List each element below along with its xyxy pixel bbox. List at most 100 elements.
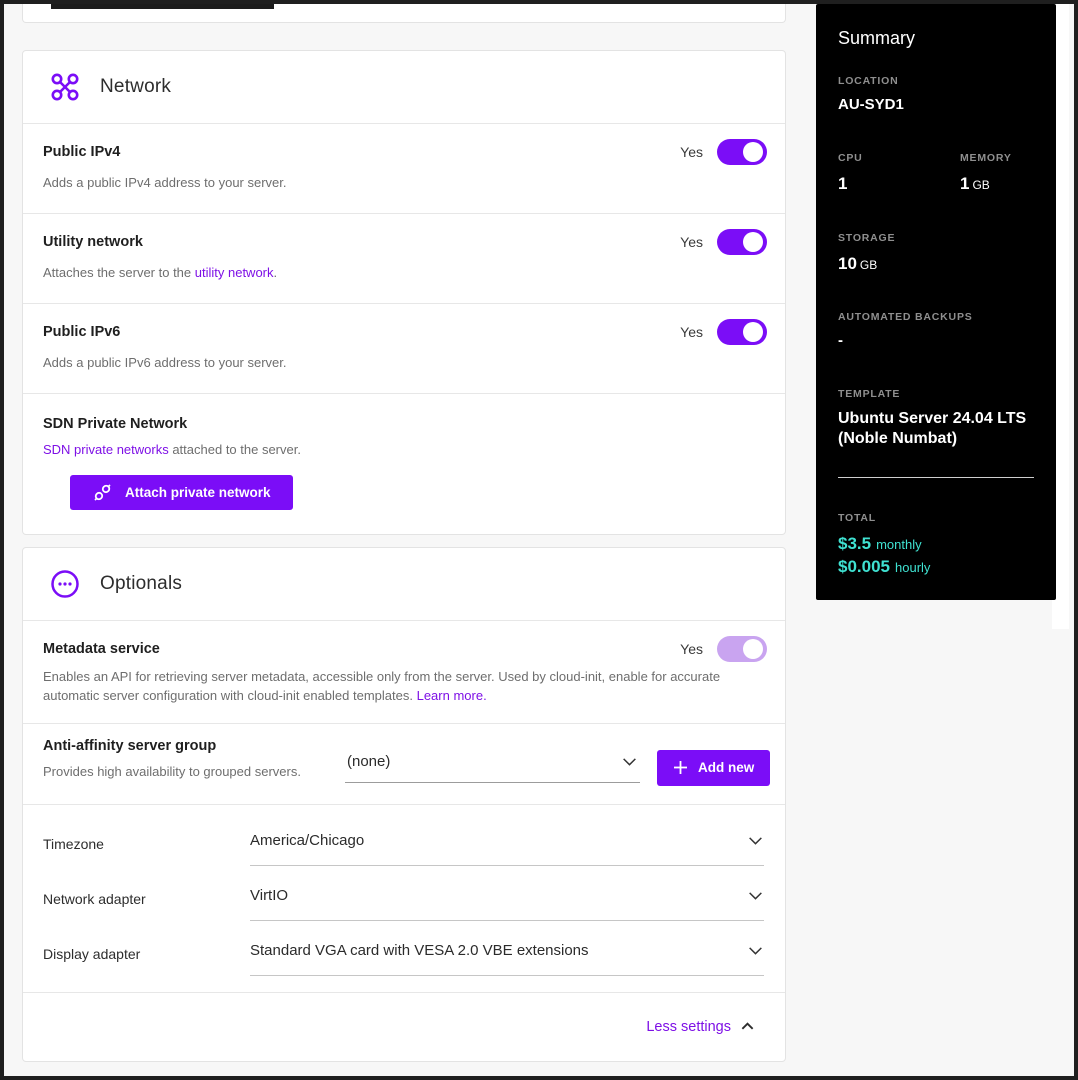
sdn-desc: SDN private networks attached to the ser… [43,441,767,460]
summary-title: Summary [838,28,1034,49]
summary-cpu-memory: CPU 1 MEMORY 1GB [838,152,1034,195]
chevron-down-icon [747,887,764,904]
less-settings-row: Less settings [23,992,785,1061]
summary-backups: AUTOMATED BACKUPS - [838,311,1034,351]
anti-affinity-select-value: (none) [347,753,390,770]
template-value: Ubuntu Server 24.04 LTS (Noble Numbat) [838,409,1038,449]
display-adapter-value: Standard VGA card with VESA 2.0 VBE exte… [250,942,589,959]
public-ipv4-toggle[interactable] [717,139,767,165]
backups-label: AUTOMATED BACKUPS [838,311,1034,323]
previous-card-partial [22,4,786,23]
optionals-section-title: Optionals [100,573,182,595]
anti-affinity-label: Anti-affinity server group [43,738,345,754]
location-value: AU-SYD1 [838,96,1034,115]
utility-desc-period: . [274,265,278,280]
anti-affinity-desc: Provides high availability to grouped se… [43,763,345,782]
cpu-label: CPU [838,152,960,164]
anti-affinity-select[interactable]: (none) [345,747,640,783]
attach-private-network-button[interactable]: Attach private network [70,475,293,510]
monthly-price: $3.5 [838,534,871,553]
utility-network-desc: Attaches the server to the utility netwo… [43,264,767,283]
hourly-unit: hourly [895,560,930,575]
connector-icon [92,482,113,503]
add-new-group-button[interactable]: Add new [657,750,770,786]
storage-unit: GB [860,258,877,272]
adapter-selects-block: Timezone America/Chicago Network adapter… [23,805,785,992]
optionals-card-header: Optionals [23,548,785,621]
metadata-toggle-state: Yes [680,641,703,657]
metadata-service-desc: Enables an API for retrieving server met… [43,668,767,706]
optionals-ellipsis-icon [49,568,81,600]
location-label: LOCATION [838,75,1034,87]
utility-network-toggle-state: Yes [680,234,703,250]
public-ipv4-label: Public IPv4 [43,144,120,160]
chevron-down-icon [747,832,764,849]
utility-network-link[interactable]: utility network [195,265,274,280]
timezone-row: Timezone America/Chicago [43,817,764,872]
timezone-value: America/Chicago [250,832,364,849]
network-adapter-label: Network adapter [43,872,250,927]
network-adapter-select[interactable]: VirtIO [250,872,764,921]
storage-label: STORAGE [838,232,1034,244]
backups-value: - [838,332,1034,351]
public-ipv6-desc: Adds a public IPv6 address to your serve… [43,354,767,373]
public-ipv4-toggle-state: Yes [680,144,703,160]
learn-more-link[interactable]: Learn more. [417,688,487,703]
utility-network-toggle[interactable] [717,229,767,255]
summary-panel: Summary LOCATION AU-SYD1 CPU 1 MEMORY 1G… [816,4,1056,600]
add-new-label: Add new [698,760,754,775]
timezone-label: Timezone [43,817,250,872]
storage-value: 10 [838,254,857,273]
timezone-select[interactable]: America/Chicago [250,817,764,866]
network-card: Network Public IPv4 Yes Adds a public IP… [22,50,786,535]
sdn-private-network-row: SDN Private Network SDN private networks… [23,394,785,535]
optionals-card: Optionals Metadata service Yes Enables a… [22,547,786,1062]
network-card-header: Network [23,51,785,124]
anti-affinity-row: Anti-affinity server group Provides high… [23,724,785,805]
less-settings-link[interactable]: Less settings [646,1019,755,1035]
sdn-desc-text: attached to the server. [169,442,301,457]
metadata-desc-text: Enables an API for retrieving server met… [43,669,720,703]
sdn-label: SDN Private Network [43,416,767,432]
public-ipv6-toggle-state: Yes [680,324,703,340]
public-ipv6-label: Public IPv6 [43,324,120,340]
memory-unit: GB [972,178,989,192]
hourly-price-line: $0.005 hourly [838,556,1034,579]
public-ipv4-row: Public IPv4 Yes Adds a public IPv4 addre… [23,124,785,214]
summary-total: TOTAL $3.5 monthly $0.005 hourly [838,477,1034,579]
chevron-down-icon [621,753,638,770]
metadata-service-row: Metadata service Yes Enables an API for … [23,621,785,724]
utility-network-row: Utility network Yes Attaches the server … [23,214,785,304]
metadata-service-toggle[interactable] [717,636,767,662]
display-adapter-row: Display adapter Standard VGA card with V… [43,927,764,982]
less-settings-label: Less settings [646,1019,731,1035]
network-icon [49,71,81,103]
chevron-down-icon [747,942,764,959]
summary-storage: STORAGE 10GB [838,232,1034,275]
monthly-unit: monthly [876,537,922,552]
server-create-page: Network Public IPv4 Yes Adds a public IP… [0,0,1078,1080]
network-section-title: Network [100,76,171,98]
network-adapter-value: VirtIO [250,887,288,904]
display-adapter-select[interactable]: Standard VGA card with VESA 2.0 VBE exte… [250,927,764,976]
monthly-price-line: $3.5 monthly [838,533,1034,556]
utility-desc-text: Attaches the server to the [43,265,195,280]
template-label: TEMPLATE [838,388,1034,400]
plus-icon [673,760,688,775]
summary-template: TEMPLATE Ubuntu Server 24.04 LTS (Noble … [838,388,1034,449]
summary-location: LOCATION AU-SYD1 [838,75,1034,115]
network-adapter-row: Network adapter VirtIO [43,872,764,927]
public-ipv6-row: Public IPv6 Yes Adds a public IPv6 addre… [23,304,785,394]
hourly-price: $0.005 [838,557,890,576]
utility-network-label: Utility network [43,234,143,250]
metadata-service-label: Metadata service [43,641,160,657]
summary-cpu: CPU 1 [838,152,960,195]
memory-label: MEMORY [960,152,1012,164]
public-ipv6-toggle[interactable] [717,319,767,345]
attach-button-label: Attach private network [125,485,271,500]
total-label: TOTAL [838,512,1034,524]
sdn-private-networks-link[interactable]: SDN private networks [43,442,169,457]
summary-memory: MEMORY 1GB [960,152,1012,195]
partial-ui-remnant [51,4,274,9]
main-column: Network Public IPv4 Yes Adds a public IP… [22,4,786,23]
